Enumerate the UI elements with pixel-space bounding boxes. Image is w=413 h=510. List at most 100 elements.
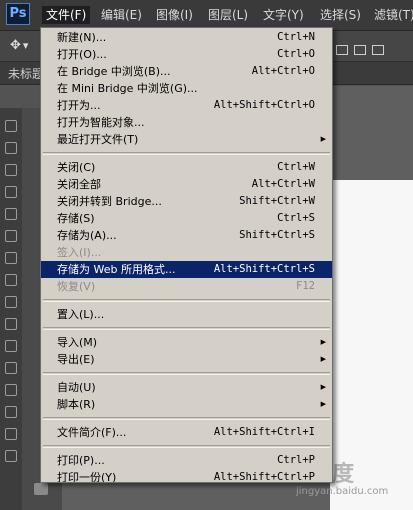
menu-item-shortcut: Alt+Shift+Ctrl+O (213, 99, 315, 111)
toolbox (0, 108, 23, 510)
submenu-arrow-icon: ▶ (320, 400, 326, 408)
menu-item-label: 导出(E) (57, 353, 95, 366)
menu-item-label: 签入(I)... (57, 246, 102, 259)
document-tab[interactable]: 未标题 (8, 65, 44, 82)
menu-item[interactable]: 打印(P)... Ctrl+P (41, 452, 332, 469)
menu-edit[interactable]: 编辑(E) (97, 6, 146, 24)
menu-item[interactable]: 关闭(C) Ctrl+W (41, 159, 332, 176)
menu-item-label: 打开为... (57, 99, 101, 112)
menu-item[interactable]: 导入(M) ▶ (41, 334, 332, 351)
align-left-icon[interactable] (336, 45, 348, 55)
tool-icon[interactable] (5, 384, 17, 396)
menu-item[interactable]: 自动(U) ▶ (41, 379, 332, 396)
submenu-arrow-icon: ▶ (320, 338, 326, 346)
watermark-url: jingyan.baidu.com (296, 486, 389, 497)
tool-icon[interactable] (5, 318, 17, 330)
menu-item[interactable]: 关闭全部 Alt+Ctrl+W (41, 176, 332, 193)
menu-item[interactable]: 导出(E) ▶ (41, 351, 332, 368)
menu-item[interactable]: 脚本(R) ▶ (41, 396, 332, 413)
submenu-arrow-icon: ▶ (320, 355, 326, 363)
menu-image[interactable]: 图像(I) (152, 6, 197, 24)
menu-item: 签入(I)... (41, 244, 332, 261)
tool-icon[interactable] (5, 164, 17, 176)
menu-file[interactable]: 文件(F) (42, 6, 91, 24)
menu-item-label: 存储为 Web 所用格式... (57, 263, 176, 276)
menu-item[interactable]: 关闭并转到 Bridge... Shift+Ctrl+W (41, 193, 332, 210)
align-center-icon[interactable] (354, 45, 366, 55)
menu-layer[interactable]: 图层(L) (204, 6, 252, 24)
menu-item-shortcut: Alt+Shift+Ctrl+P (213, 471, 315, 483)
tool-icon[interactable] (5, 428, 17, 440)
menu-select[interactable]: 选择(S) (316, 6, 365, 24)
menu-item-label: 打印(P)... (57, 454, 105, 467)
menu-separator (43, 152, 330, 155)
menu-item-shortcut: Ctrl+S (277, 212, 315, 224)
menu-item-label: 在 Bridge 中浏览(B)... (57, 65, 171, 78)
tool-icon[interactable] (5, 296, 17, 308)
menu-item-label: 打印一份(Y) (57, 471, 117, 483)
menu-item[interactable]: 存储为 Web 所用格式... Alt+Shift+Ctrl+S (41, 261, 332, 278)
move-tool-preset[interactable]: ✥ ▾ (10, 38, 28, 53)
tool-icon[interactable] (5, 186, 17, 198)
menu-item[interactable]: 在 Bridge 中浏览(B)... Alt+Ctrl+O (41, 63, 332, 80)
menu-item-label: 关闭并转到 Bridge... (57, 195, 162, 208)
tool-icon[interactable] (5, 362, 17, 374)
menu-item-shortcut: Shift+Ctrl+S (239, 229, 315, 241)
tool-icon[interactable] (5, 450, 17, 462)
tool-icon[interactable] (5, 208, 17, 220)
menu-item-label: 关闭全部 (57, 178, 101, 191)
menu-item-shortcut: Shift+Ctrl+W (239, 195, 315, 207)
menu-item[interactable]: 在 Mini Bridge 中浏览(G)... (41, 80, 332, 97)
file-menu-list: 新建(N)... Ctrl+N 打开(O)... Ctrl+O 在 Bridge 中浏览… (41, 28, 332, 483)
menu-item-label: 导入(M) (57, 336, 98, 349)
tool-icon[interactable] (5, 406, 17, 418)
menu-item-shortcut: Alt+Shift+Ctrl+I (213, 426, 315, 438)
menu-type[interactable]: 文字(Y) (259, 6, 308, 24)
menu-item[interactable]: 置入(L)... (41, 306, 332, 323)
menu-item[interactable]: 存储(S) Ctrl+S (41, 210, 332, 227)
menu-item-shortcut: Alt+Ctrl+W (251, 178, 315, 190)
menu-separator (43, 299, 330, 302)
menu-separator (43, 327, 330, 330)
menu-item-label: 自动(U) (57, 381, 96, 394)
menu-item[interactable]: 新建(N)... Ctrl+N (41, 29, 332, 46)
tool-icon[interactable] (5, 230, 17, 242)
tool-icon[interactable] (5, 252, 17, 264)
menu-separator (43, 372, 330, 375)
menu-separator (43, 445, 330, 448)
menu-item-label: 打开为智能对象... (57, 116, 145, 129)
menu-item-label: 最近打开文件(T) (57, 133, 139, 146)
menu-item-label: 脚本(R) (57, 398, 96, 411)
menu-item-label: 关闭(C) (57, 161, 96, 174)
menu-item[interactable]: 文件简介(F)... Alt+Shift+Ctrl+I (41, 424, 332, 441)
tool-icon[interactable] (5, 142, 17, 154)
menu-item[interactable]: 打开为智能对象... (41, 114, 332, 131)
menu-item-shortcut: Ctrl+O (277, 48, 315, 60)
file-menu-dropdown: 新建(N)... Ctrl+N 打开(O)... Ctrl+O 在 Bridge 中浏览… (40, 27, 333, 483)
align-icons (336, 40, 390, 59)
menu-item-shortcut: Ctrl+P (277, 454, 315, 466)
menu-item[interactable]: 最近打开文件(T) ▶ (41, 131, 332, 148)
menu-item-shortcut: F12 (296, 280, 315, 292)
menu-item-shortcut: Alt+Shift+Ctrl+S (213, 263, 315, 275)
menu-item[interactable]: 打开(O)... Ctrl+O (41, 46, 332, 63)
submenu-arrow-icon: ▶ (320, 383, 326, 391)
menu-item-shortcut: Ctrl+W (277, 161, 315, 173)
menu-item-label: 存储(S) (57, 212, 95, 225)
tool-icon[interactable] (5, 340, 17, 352)
menu-item[interactable]: 存储为(A)... Shift+Ctrl+S (41, 227, 332, 244)
menu-item-shortcut: Alt+Ctrl+O (251, 65, 315, 77)
menu-item-label: 恢复(V) (57, 280, 96, 293)
menu-item-label: 存储为(A)... (57, 229, 117, 242)
menu-item[interactable]: 打开为... Alt+Shift+Ctrl+O (41, 97, 332, 114)
tool-icon[interactable] (5, 274, 17, 286)
menu-item-label: 置入(L)... (57, 308, 105, 321)
menu-item-label: 新建(N)... (57, 31, 107, 44)
align-right-icon[interactable] (372, 45, 384, 55)
menu-item-label: 文件简介(F)... (57, 426, 127, 439)
menu-item[interactable]: 打印一份(Y) Alt+Shift+Ctrl+P (41, 469, 332, 483)
move-icon: ✥ (10, 38, 21, 53)
hand-tool-icon[interactable] (34, 483, 48, 495)
tool-icon[interactable] (5, 120, 17, 132)
menu-filter[interactable]: 滤镜(T) (370, 6, 413, 24)
